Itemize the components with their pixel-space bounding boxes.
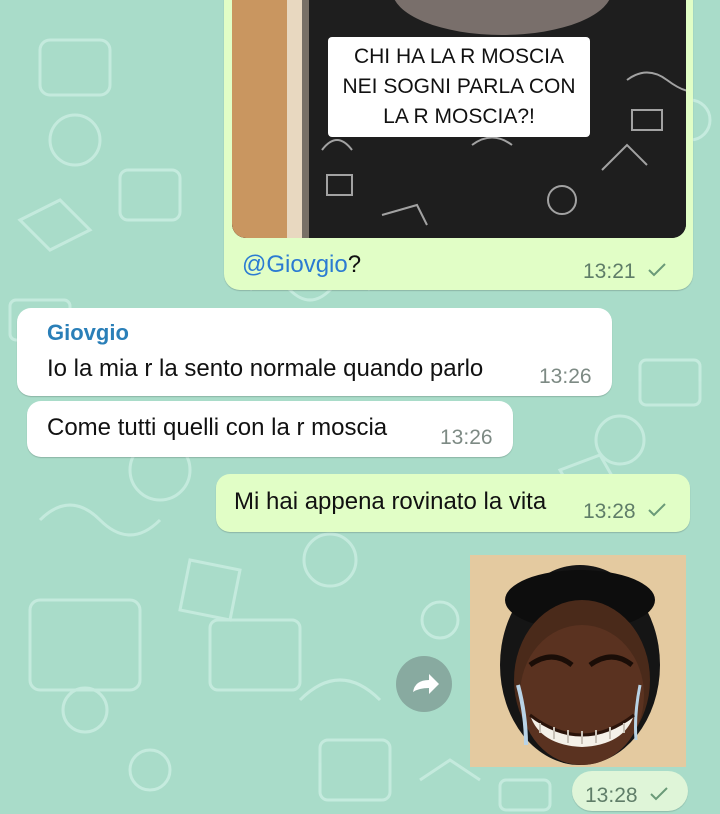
message-text: Mi hai appena rovinato la vita xyxy=(234,488,547,515)
message-time: 13:26 xyxy=(440,426,493,449)
video-caption-overlay: CHI HA LA R MOSCIA NEI SOGNI PARLA CON L… xyxy=(328,37,590,137)
sent-check-icon xyxy=(648,503,666,517)
message-time: 13:28 xyxy=(583,500,636,523)
mention-suffix: ? xyxy=(347,251,362,278)
sent-check-icon xyxy=(648,263,666,277)
caption-line-1: CHI HA LA R MOSCIA xyxy=(353,45,565,68)
mention-link[interactable]: @Giovgio xyxy=(242,251,348,278)
forward-arrow-icon xyxy=(413,674,439,694)
message-time: 13:28 xyxy=(585,784,638,807)
sent-check-icon xyxy=(650,787,668,801)
caption-line-3: LA R MOSCIA?! xyxy=(383,105,535,128)
sticker-image[interactable] xyxy=(470,555,686,767)
message-text: Come tutti quelli con la r moscia xyxy=(47,414,388,441)
caption-line-2: NEI SOGNI PARLA CON xyxy=(342,75,576,98)
crying-face-image xyxy=(470,555,686,767)
message-text: Io la mia r la sento normale quando parl… xyxy=(47,355,484,382)
sender-name[interactable]: Giovgio xyxy=(47,320,129,346)
message-time: 13:26 xyxy=(539,365,592,388)
message-time: 13:21 xyxy=(583,260,636,283)
mention-text: @Giovgio? xyxy=(242,251,361,279)
forward-button[interactable] xyxy=(396,656,452,712)
